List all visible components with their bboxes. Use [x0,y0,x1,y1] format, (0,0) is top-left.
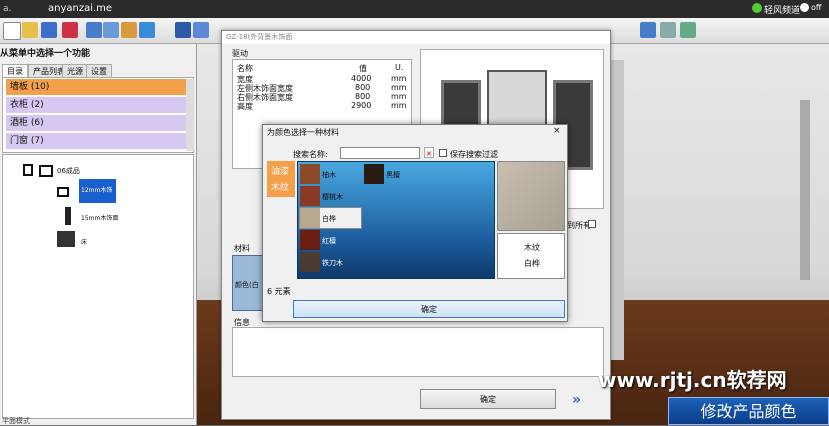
frame-icon [23,164,33,176]
param-unit: mm [391,92,407,101]
panel-icon [57,187,69,197]
material-dialog-title: 为颜色选择一种材料 [267,128,339,137]
toggle-label: off [811,3,822,12]
material-ok-button[interactable]: 确定 [293,300,565,318]
swatch-grid: 柚木 黑檀 樱桃木 白桦 红檀 铁刀木 [297,161,495,279]
param-name: 高度 [237,102,253,111]
rotate-icon[interactable] [86,22,102,38]
apply-all-checkbox[interactable] [588,220,596,228]
open-folder-icon[interactable] [22,22,38,38]
element-count: 6 元素 [267,287,291,296]
search-label: 搜索名称: [293,150,328,159]
param-value[interactable]: 2900 [351,101,371,110]
swatch-ironwood[interactable] [300,252,320,272]
param-value[interactable]: 800 [355,92,370,101]
param-value[interactable]: 4000 [351,74,371,83]
frame-icon [39,165,53,177]
watermark: www.rjtj.cn软荐网 [598,368,787,392]
clear-search-icon[interactable]: × [424,147,434,158]
category-wardrobe[interactable]: 衣柜 (2) [6,97,190,113]
material-info: 木纹 白桦 [497,233,565,279]
measure-icon[interactable] [175,22,191,38]
scene-wall-edge [610,60,624,360]
param-unit: mm [391,74,407,83]
toggle-icon[interactable] [800,3,809,12]
dialog-title: GZ-18(外背景木饰面 [222,31,610,44]
panel-icon [65,207,71,225]
camera-icon[interactable] [680,22,696,38]
tree-node-15mm[interactable]: 15mm木饰面 [81,213,118,222]
category-wood[interactable]: 木纹 [271,180,289,193]
grid-icon[interactable] [660,22,676,38]
info-box [232,327,604,377]
swatch-red-sandal[interactable] [300,230,320,250]
swatch-label: 黑檀 [386,171,400,179]
swatch-birch[interactable] [300,208,320,228]
material-preview [497,161,565,231]
close-icon[interactable]: × [553,126,561,136]
view-icon[interactable] [640,22,656,38]
save-icon[interactable] [41,22,57,38]
tab-settings[interactable]: 设置 [86,64,112,78]
top-bar: a. anyanzai.me 轻风频道 off [0,0,829,18]
move-icon[interactable] [139,22,155,38]
tab-catalog[interactable]: 目录 [2,64,28,78]
swatch-label: 铁刀木 [322,259,343,267]
preview-name: 白桦 [524,259,540,268]
category-panel: 油漆 木纹 [267,161,295,197]
swatch-label: 柚木 [322,171,336,179]
swatch-teak[interactable] [300,164,320,184]
preview-type: 木纹 [524,243,540,252]
save-filter-checkbox[interactable] [439,149,447,157]
param-unit: mm [391,83,407,92]
category-paint[interactable]: 油漆 [271,164,289,177]
material-dialog: 为颜色选择一种材料 × 搜索名称: × 保存搜索过滤 油漆 木纹 柚木 黑檀 樱… [262,124,568,322]
material-item-label: 颜色(白 [235,281,259,289]
tree-node-12mm[interactable]: 12mm木饰面 [79,179,116,218]
ok-button[interactable]: 确定 [420,389,556,409]
category-doors-windows[interactable]: 门窗 (7) [6,133,190,149]
left-panel: 从菜单中选择一个功能 目录 产品列表 光源 设置 墙板 (10) 衣柜 (2) … [0,44,197,425]
category-wine-cabinet[interactable]: 酒柜 (6) [6,115,190,131]
search-input[interactable] [340,147,420,159]
channel-icon [752,3,762,13]
swatch-label: 红檀 [322,237,336,245]
scene-panel [800,100,810,280]
caption-banner: 修改产品颜色 [668,397,829,425]
brush-icon[interactable] [121,22,137,38]
swatch-label: 樱桃木 [322,193,343,201]
category-scrollbar[interactable] [186,79,194,151]
delete-icon[interactable] [62,22,78,38]
param-header-unit: U. [395,63,404,72]
bed-icon [57,231,75,247]
swatch-label: 白桦 [322,215,336,223]
section-label: 驱动 [232,49,248,58]
site-prefix: a. [3,4,12,14]
category-wall-panel[interactable]: 墙板 (10) [6,79,190,95]
layers-icon[interactable] [103,22,119,38]
material-label: 材料 [234,244,250,253]
tab-light[interactable]: 光源 [62,64,88,78]
swatch-cherry[interactable] [300,186,320,206]
site-label: anyanzai.me [48,3,113,14]
param-header-name: 名称 [237,64,253,73]
param-unit: mm [391,101,407,110]
product-tree: 06成品 12mm木饰面 15mm木饰面 床 [2,154,194,419]
next-arrow-icon[interactable]: » [572,392,581,408]
new-file-icon[interactable] [3,22,21,40]
param-header-value: 值 [359,64,367,73]
tree-node-bed[interactable]: 床 [81,237,87,246]
save-filter-label: 保存搜索过滤 [450,150,498,159]
link-icon[interactable] [193,22,209,38]
tree-node-finished[interactable]: 06成品 [57,166,80,176]
param-value[interactable]: 800 [355,83,370,92]
channel-label[interactable]: 轻风频道 [764,3,800,16]
panel-header: 从菜单中选择一个功能 [0,49,91,59]
swatch-ebony[interactable] [364,164,384,184]
